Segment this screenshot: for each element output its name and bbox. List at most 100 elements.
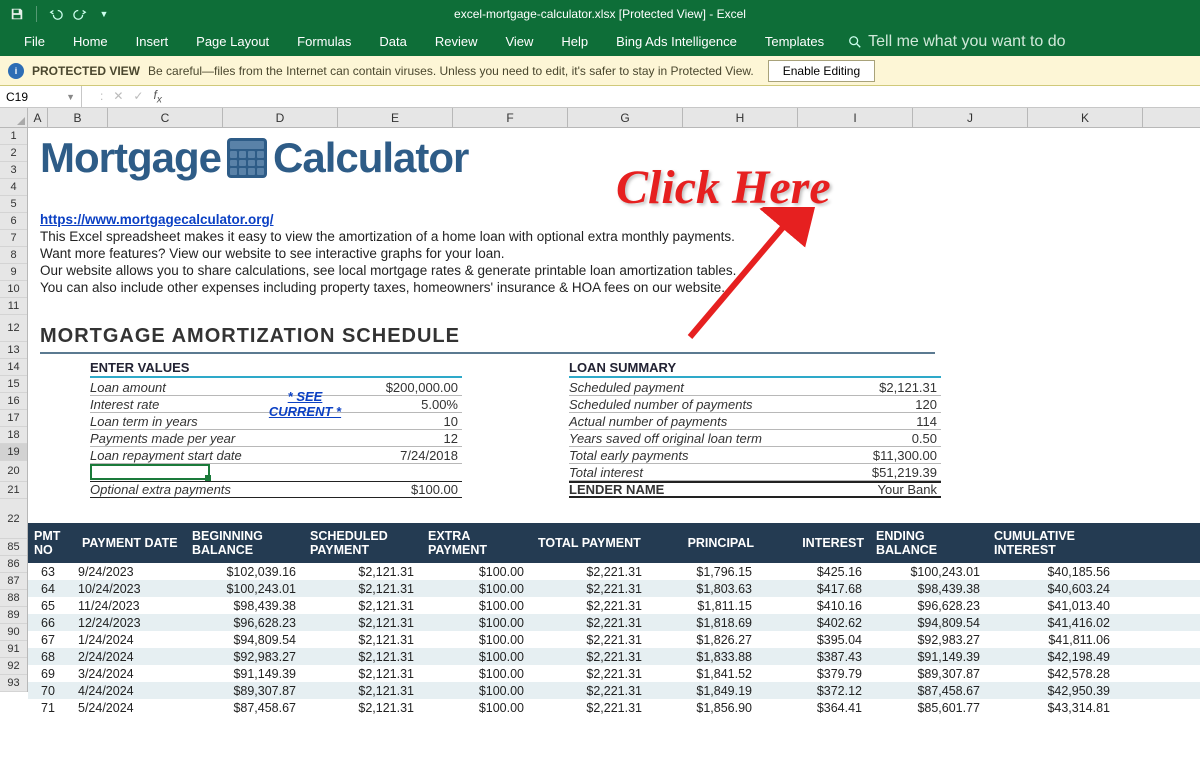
ev-value[interactable]: 12 (350, 431, 462, 446)
row-header[interactable]: 12 (0, 315, 27, 342)
ev-value[interactable]: 10 (350, 414, 462, 429)
row-header[interactable]: 2 (0, 145, 27, 162)
amortization-row[interactable]: 671/24/2024$94,809.54$2,121.31$100.00$2,… (28, 631, 1200, 648)
amortization-row[interactable]: 682/24/2024$92,983.27$2,121.31$100.00$2,… (28, 648, 1200, 665)
loan-summary-row: Scheduled number of payments120 (569, 396, 941, 413)
tell-me-search[interactable]: Tell me what you want to do (838, 28, 1065, 56)
loan-summary-row: Actual number of payments114 (569, 413, 941, 430)
tab-insert[interactable]: Insert (122, 28, 183, 56)
col-header[interactable]: E (338, 108, 453, 127)
cell-date: 5/24/2024 (76, 701, 186, 715)
row-header[interactable]: 87 (0, 573, 27, 590)
row-header[interactable]: 15 (0, 376, 27, 393)
qat-dropdown-icon[interactable]: ▼ (95, 5, 113, 23)
ev-value[interactable]: $200,000.00 (350, 380, 462, 395)
row-header[interactable]: 9 (0, 264, 27, 281)
tab-file[interactable]: File (10, 28, 59, 56)
row-header[interactable]: 14 (0, 359, 27, 376)
lender-name-row[interactable]: LENDER NAMEYour Bank (569, 481, 941, 498)
amortization-row[interactable]: 6410/24/2023$100,243.01$2,121.31$100.00$… (28, 580, 1200, 597)
row-header[interactable]: 19 (0, 444, 27, 461)
enable-editing-button[interactable]: Enable Editing (768, 60, 875, 82)
col-header[interactable]: I (798, 108, 913, 127)
amortization-row[interactable]: 6612/24/2023$96,628.23$2,121.31$100.00$2… (28, 614, 1200, 631)
row-header[interactable]: 4 (0, 179, 27, 196)
ev-mid[interactable]: * SEE CURRENT * (260, 389, 350, 419)
row-header[interactable]: 16 (0, 393, 27, 410)
row-header[interactable]: 85 (0, 539, 27, 556)
tab-view[interactable]: View (491, 28, 547, 56)
cell-interest: $372.12 (760, 684, 870, 698)
row-header[interactable]: 1 (0, 128, 27, 145)
ev-label: Payments made per year (90, 431, 260, 446)
tab-page-layout[interactable]: Page Layout (182, 28, 283, 56)
enter-values-row[interactable]: Payments made per year 12 (90, 430, 462, 447)
cancel-formula-icon[interactable]: ✕ (113, 89, 123, 103)
row-header[interactable]: 22 (0, 499, 27, 539)
col-header[interactable]: A (28, 108, 48, 127)
amortization-row[interactable]: 704/24/2024$89,307.87$2,121.31$100.00$2,… (28, 682, 1200, 699)
website-link[interactable]: https://www.mortgagecalculator.org/ (40, 212, 274, 227)
lender-value[interactable]: Your Bank (829, 482, 941, 497)
save-icon[interactable] (8, 5, 26, 23)
row-header[interactable]: 13 (0, 342, 27, 359)
row-header[interactable]: 89 (0, 607, 27, 624)
row-header[interactable]: 7 (0, 230, 27, 247)
row-header[interactable]: 91 (0, 641, 27, 658)
undo-icon[interactable] (47, 5, 65, 23)
col-header[interactable]: F (453, 108, 568, 127)
chevron-down-icon[interactable]: ▼ (66, 92, 75, 102)
ev-value[interactable]: $100.00 (350, 482, 462, 497)
col-header[interactable]: H (683, 108, 798, 127)
col-header[interactable]: D (223, 108, 338, 127)
row-header[interactable]: 88 (0, 590, 27, 607)
col-header[interactable]: J (913, 108, 1028, 127)
name-box[interactable]: C19 ▼ (0, 86, 82, 107)
amortization-row[interactable]: 693/24/2024$91,149.39$2,121.31$100.00$2,… (28, 665, 1200, 682)
col-header[interactable]: G (568, 108, 683, 127)
annotation-text: Click Here (616, 160, 831, 215)
tab-help[interactable]: Help (547, 28, 602, 56)
lender-label: LENDER NAME (569, 482, 829, 497)
row-header[interactable]: 5 (0, 196, 27, 213)
row-header[interactable]: 3 (0, 162, 27, 179)
tab-formulas[interactable]: Formulas (283, 28, 365, 56)
row-header[interactable]: 93 (0, 675, 27, 692)
row-header[interactable]: 18 (0, 427, 27, 444)
redo-icon[interactable] (71, 5, 89, 23)
row-header[interactable]: 11 (0, 298, 27, 315)
row-header[interactable]: 8 (0, 247, 27, 264)
tab-home[interactable]: Home (59, 28, 122, 56)
row-header[interactable]: 21 (0, 482, 27, 499)
fx-icon[interactable]: fx (153, 88, 161, 105)
optional-extra-row[interactable]: Optional extra payments$100.00 (90, 481, 462, 498)
tab-review[interactable]: Review (421, 28, 492, 56)
ev-value[interactable]: 5.00% (350, 397, 462, 412)
enter-values-row[interactable]: Loan repayment start date7/24/2018 (90, 447, 462, 464)
grid-body[interactable]: Mortgage Calculator https://www.mortgage… (28, 128, 1200, 692)
ev-value[interactable]: 7/24/2018 (350, 448, 462, 463)
cell-date: 1/24/2024 (76, 633, 186, 647)
row-header[interactable]: 6 (0, 213, 27, 230)
enter-values-row[interactable]: Interest rate* SEE CURRENT *5.00% (90, 396, 462, 413)
row-header[interactable]: 20 (0, 461, 27, 482)
cell-beg: $92,983.27 (186, 650, 304, 664)
row-header[interactable]: 86 (0, 556, 27, 573)
amortization-row[interactable]: 639/24/2023$102,039.16$2,121.31$100.00$2… (28, 563, 1200, 580)
row-header[interactable]: 10 (0, 281, 27, 298)
tab-bing-ads[interactable]: Bing Ads Intelligence (602, 28, 751, 56)
col-header[interactable]: C (108, 108, 223, 127)
col-header[interactable]: K (1028, 108, 1143, 127)
row-header[interactable]: 92 (0, 658, 27, 675)
cell-interest: $395.04 (760, 633, 870, 647)
amortization-row[interactable]: 6511/24/2023$98,439.38$2,121.31$100.00$2… (28, 597, 1200, 614)
amortization-row[interactable]: 715/24/2024$87,458.67$2,121.31$100.00$2,… (28, 699, 1200, 716)
col-header[interactable]: B (48, 108, 108, 127)
formula-bar-row: C19 ▼ : ✕ ✓ fx (0, 86, 1200, 108)
tab-templates[interactable]: Templates (751, 28, 838, 56)
accept-formula-icon[interactable]: ✓ (133, 89, 143, 103)
select-all-triangle[interactable] (0, 108, 28, 127)
tab-data[interactable]: Data (365, 28, 420, 56)
row-header[interactable]: 17 (0, 410, 27, 427)
row-header[interactable]: 90 (0, 624, 27, 641)
